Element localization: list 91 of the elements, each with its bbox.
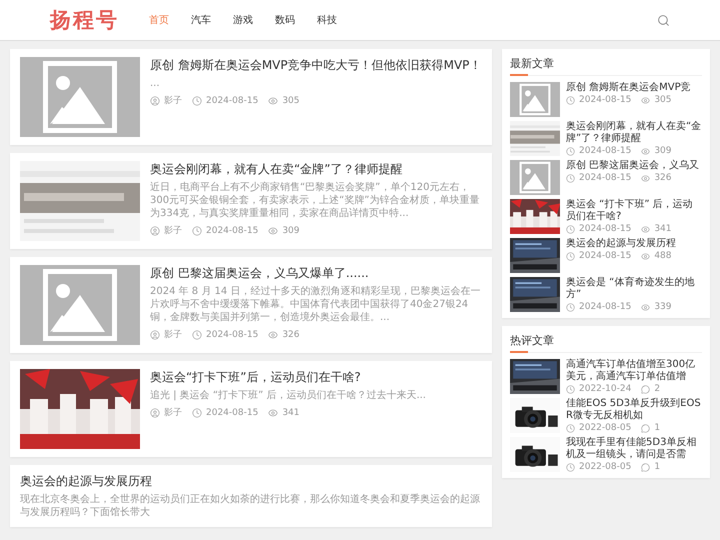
eye-icon xyxy=(641,252,650,260)
article-title[interactable]: 奥运会刚闭幕，就有人在卖“金牌”了？律师提醒 xyxy=(150,161,482,177)
view-count: 305 xyxy=(282,96,300,106)
clock-icon xyxy=(192,408,202,418)
nav-link[interactable]: 汽车 xyxy=(191,13,211,27)
view-count: 341 xyxy=(654,224,672,234)
clock-icon xyxy=(566,424,575,432)
view-count: 305 xyxy=(654,95,672,105)
view-count: 309 xyxy=(282,226,300,236)
article-link[interactable]: 原创 巴黎这届奥运会，义乌又 xyxy=(566,160,702,172)
article-excerpt: 现在北京冬奥会上，全世界的运动员们正在如火如荼的进行比赛，那么你知道冬奥会和夏季奥运会的起源与发展历程吗？下面馆长带大 xyxy=(20,493,481,519)
article-link[interactable]: 佳能EOS 5D3单反升级到EOS R微专无反相机如 xyxy=(566,398,702,422)
article-excerpt: 近日，电商平台上有不少商家销售“巴黎奥运会奖牌”，单个120元左右，300元可买金银铜全套，有卖家表示，上述“奖牌”为锌合金材质，单块重量为334克，与真实奖牌重量相同，卖家在商品详情页中特... xyxy=(150,181,480,220)
article-link[interactable]: 高通汽车订单估值增至300亿美元，高通汽车订单估值增 xyxy=(566,359,702,383)
clock-icon xyxy=(566,384,575,394)
eye-icon xyxy=(641,174,650,182)
article-link[interactable]: 奥运会的起源与发展历程 xyxy=(566,238,702,250)
view-count: 326 xyxy=(282,330,300,340)
clock-icon xyxy=(192,226,202,236)
clock-icon xyxy=(566,96,575,104)
author-name: 影子 xyxy=(164,328,182,341)
post-date: 2024-08-15 xyxy=(579,146,632,156)
post-date: 2024-08-15 xyxy=(579,173,632,183)
article-title[interactable]: 奥运会“打卡下班”后，运动员们在干啥? xyxy=(150,369,482,385)
comment-icon xyxy=(641,424,650,432)
nav-link[interactable]: 数码 xyxy=(275,13,295,27)
clock-icon xyxy=(566,146,575,156)
comment-count: 1 xyxy=(654,423,660,433)
post-date: 2022-10-24 xyxy=(579,384,632,394)
article-excerpt: ... xyxy=(150,77,161,90)
post-date: 2024-08-15 xyxy=(579,95,632,105)
post-date: 2022-08-05 xyxy=(579,423,632,433)
view-count: 339 xyxy=(654,302,672,312)
nav-link[interactable]: 游戏 xyxy=(233,13,253,27)
post-date: 2024-08-15 xyxy=(206,408,258,418)
article-title[interactable]: 奥运会的起源与发展历程 xyxy=(20,473,482,489)
view-count: 326 xyxy=(654,173,672,183)
eye-icon xyxy=(641,224,650,234)
image-placeholder-icon xyxy=(20,57,140,137)
comment-count: 2 xyxy=(654,384,660,394)
clock-icon xyxy=(192,96,202,106)
user-icon xyxy=(150,226,160,236)
article-excerpt: 追光 | 奥运会 “打卡下班” 后，运动员们在干啥？过去十来天... xyxy=(150,389,427,402)
eye-icon xyxy=(268,330,278,340)
article-link[interactable]: 奥运会 “打卡下班” 后，运动员们在干啥? xyxy=(566,199,702,223)
eye-icon xyxy=(268,226,278,236)
eye-icon xyxy=(641,302,650,312)
panel-heading: 热评文章 xyxy=(510,334,554,347)
post-date: 2024-08-15 xyxy=(579,224,632,234)
clock-icon xyxy=(566,462,575,472)
article-link[interactable]: 我现在手里有佳能5D3单反相机及一组镜头，请问是否需 xyxy=(566,437,702,461)
author-name: 影子 xyxy=(164,224,182,237)
image-placeholder-icon xyxy=(20,265,140,345)
article-link[interactable]: 奥运会是 “体育奇迹发生的地方” xyxy=(566,277,702,301)
post-date: 2022-08-05 xyxy=(579,462,632,472)
author-name: 影子 xyxy=(164,94,182,107)
article-title[interactable]: 原创 巴黎这届奥运会，义乌又爆单了...... xyxy=(150,265,482,281)
clock-icon xyxy=(566,302,575,312)
post-date: 2024-08-15 xyxy=(579,302,632,312)
eye-icon xyxy=(268,408,278,418)
clock-icon xyxy=(566,224,575,234)
image-placeholder-icon xyxy=(510,160,560,195)
post-date: 2024-08-15 xyxy=(206,330,258,340)
image-placeholder-icon xyxy=(510,82,560,117)
user-icon xyxy=(150,96,160,106)
eye-icon xyxy=(641,96,650,104)
site-logo[interactable]: 扬程号 xyxy=(50,6,119,34)
panel-heading: 最新文章 xyxy=(510,57,554,70)
clock-icon xyxy=(566,174,575,182)
post-date: 2024-08-15 xyxy=(206,226,258,236)
article-excerpt: 2024 年 8 月 14 日，经过十多天的激烈角逐和精彩呈现，巴黎奥运会在一片欢呼与不舍中缓缓落下帷幕。中国体育代表团中国获得了40金27银24铜，金牌数与美国并列第一，创造境外奥运会最佳。... xyxy=(150,285,482,324)
search-button[interactable] xyxy=(657,14,670,26)
view-count: 341 xyxy=(282,408,300,418)
user-icon xyxy=(150,330,160,340)
view-count: 488 xyxy=(654,251,672,261)
article-link[interactable]: 奥运会刚闭幕，就有人在卖“金牌”了？律师提醒 xyxy=(566,121,702,145)
view-count: 309 xyxy=(654,146,672,156)
eye-icon xyxy=(268,96,278,106)
post-date: 2024-08-15 xyxy=(579,251,632,261)
user-icon xyxy=(150,408,160,418)
nav-link[interactable]: 科技 xyxy=(317,13,337,27)
author-name: 影子 xyxy=(164,406,182,419)
comment-icon xyxy=(641,462,650,472)
article-link[interactable]: 原创 詹姆斯在奥运会MVP竞 xyxy=(566,82,702,94)
eye-icon xyxy=(641,146,650,156)
comment-icon xyxy=(641,384,650,394)
clock-icon xyxy=(566,252,575,260)
post-date: 2024-08-15 xyxy=(206,96,258,106)
clock-icon xyxy=(192,330,202,340)
comment-count: 1 xyxy=(654,462,660,472)
article-title[interactable]: 原创 詹姆斯在奥运会MVP竞争中吃大亏！但他依旧获得MVP！ xyxy=(150,57,482,73)
